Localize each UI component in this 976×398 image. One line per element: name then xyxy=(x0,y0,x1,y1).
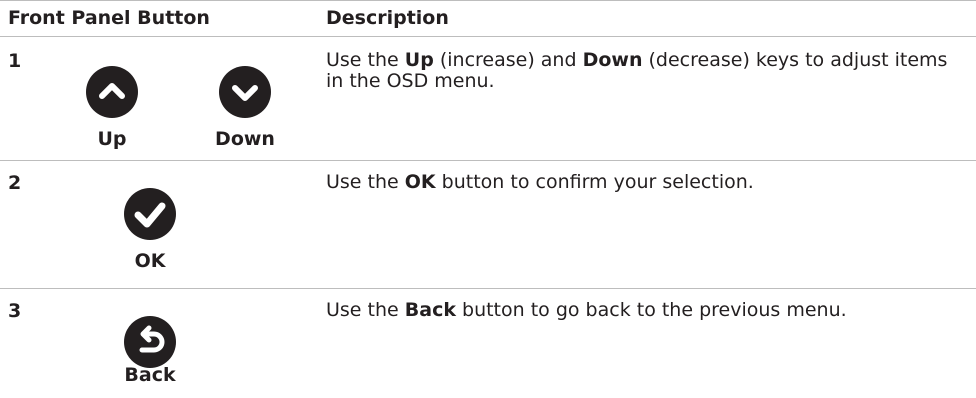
header-rule xyxy=(0,36,976,37)
row-number: 1 xyxy=(8,50,22,72)
up-label: Up xyxy=(97,128,127,150)
chevron-down-icon xyxy=(219,66,271,118)
row-number: 3 xyxy=(8,300,22,322)
back-label: Back xyxy=(124,364,176,386)
table-top-rule xyxy=(0,0,976,1)
chevron-up-icon xyxy=(86,66,138,118)
header-front-panel-button: Front Panel Button xyxy=(8,7,210,29)
header-description: Description xyxy=(326,7,449,29)
back-arrow-icon xyxy=(124,316,176,368)
row-description: Use the OK button to confirm your select… xyxy=(326,171,754,193)
row-description: Use the Up (increase) and Down (decrease… xyxy=(326,49,948,92)
row-number: 2 xyxy=(8,172,22,194)
checkmark-icon xyxy=(124,188,176,240)
ok-label: OK xyxy=(134,250,166,272)
row-rule xyxy=(0,288,976,289)
down-label: Down xyxy=(215,128,275,150)
row-rule xyxy=(0,160,976,161)
row-description: Use the Back button to go back to the pr… xyxy=(326,299,847,321)
